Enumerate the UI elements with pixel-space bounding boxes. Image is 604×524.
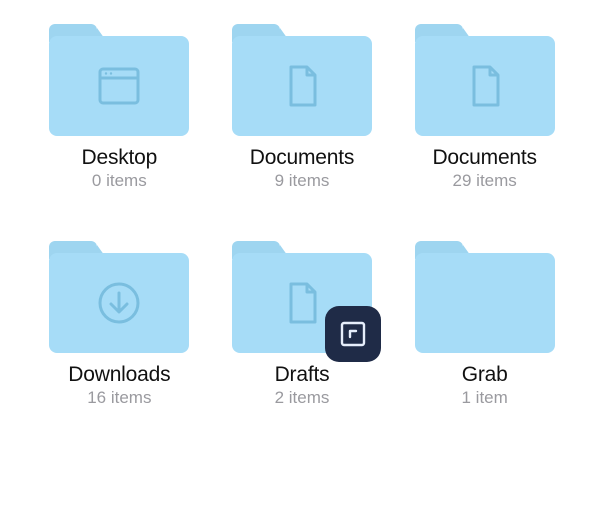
folder-icon	[415, 241, 555, 353]
folder-count: 29 items	[453, 171, 517, 191]
folder-count: 16 items	[87, 388, 151, 408]
window-icon	[96, 63, 142, 109]
document-icon	[462, 63, 508, 109]
document-icon	[279, 280, 325, 326]
folder-item-documents[interactable]: Documents 29 items	[415, 24, 555, 191]
folder-name: Documents	[432, 146, 536, 170]
folder-icon	[49, 241, 189, 353]
folder-item-grab[interactable]: Grab 1 item	[415, 241, 555, 408]
folder-name: Desktop	[82, 146, 158, 170]
folder-name: Drafts	[275, 363, 330, 387]
document-icon	[279, 63, 325, 109]
app-badge-icon	[325, 306, 381, 362]
folder-name: Grab	[462, 363, 508, 387]
folder-item-drafts[interactable]: Drafts 2 items	[232, 241, 372, 408]
folder-icon	[232, 24, 372, 136]
folder-icon	[49, 24, 189, 136]
folder-count: 9 items	[275, 171, 330, 191]
folder-name: Documents	[250, 146, 354, 170]
folder-count: 0 items	[92, 171, 147, 191]
folder-count: 2 items	[275, 388, 330, 408]
folder-icon	[232, 241, 372, 353]
folder-item-downloads[interactable]: Downloads 16 items	[49, 241, 189, 408]
folder-name: Downloads	[68, 363, 170, 387]
folder-icon	[415, 24, 555, 136]
folder-count: 1 item	[462, 388, 508, 408]
folder-item-documents[interactable]: Documents 9 items	[232, 24, 372, 191]
folder-grid: Desktop 0 items Documents 9 items	[40, 24, 564, 408]
download-icon	[96, 280, 142, 326]
folder-item-desktop[interactable]: Desktop 0 items	[49, 24, 189, 191]
